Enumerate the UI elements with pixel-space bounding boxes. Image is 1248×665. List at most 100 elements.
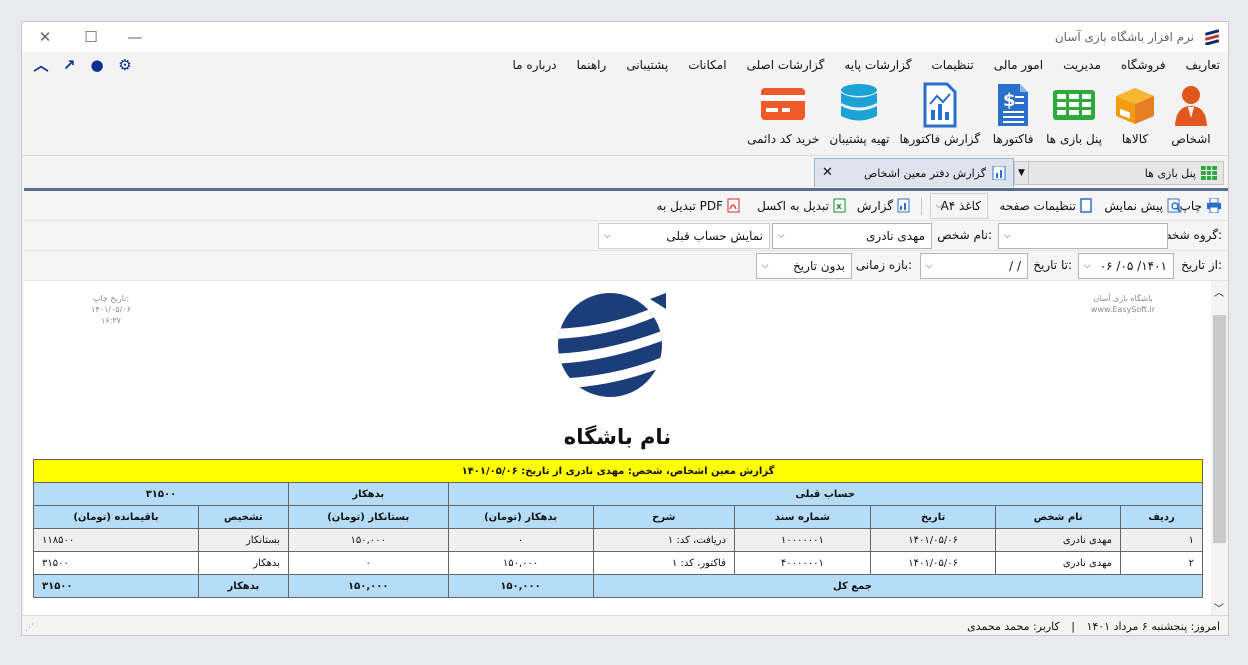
- menu-item-0[interactable]: تعاریف: [1186, 58, 1220, 72]
- person-group-select[interactable]: ⌵: [998, 223, 1168, 249]
- date-range-select[interactable]: ⌵ بدون تاریخ: [756, 253, 852, 279]
- quick-access: ︿ ↗ ● ⚙: [32, 56, 134, 74]
- app-logo-icon: [1204, 29, 1220, 45]
- title-bar: ✕ ☐ — نرم افزار باشگاه بازی آسان: [22, 22, 1228, 52]
- column-header: شرح: [592, 505, 735, 529]
- user-icon[interactable]: ●: [88, 56, 106, 74]
- table-cell: ۴۰۰۰۰۰۰۱: [733, 551, 871, 575]
- column-header: بدهکار (تومان): [447, 505, 594, 529]
- svg-text:$: $: [1003, 90, 1016, 111]
- status-text: امروز: پنجشنبه ۶ مرداد ۱۴۰۱ | کاربر: محم…: [967, 620, 1220, 633]
- maximize-window-icon[interactable]: ☐: [78, 26, 104, 48]
- print-preview-button[interactable]: پیش نمایش: [1104, 198, 1182, 213]
- column-header: تاریخ: [869, 505, 997, 529]
- total-debit: ۱۵۰,۰۰۰: [447, 574, 594, 598]
- chevron-down-icon: ⌵: [1083, 261, 1091, 271]
- previous-account-select[interactable]: ⌵ نمایش حساب قبلی: [598, 223, 770, 249]
- export-pdf-button[interactable]: تبدیل به PDF: [657, 198, 740, 213]
- menu-item-2[interactable]: مدیریت: [1063, 58, 1101, 72]
- page-settings-button[interactable]: تنظیمات صفحه: [999, 198, 1092, 213]
- ribbon-game-panel-button[interactable]: پنل بازی ها: [1046, 82, 1102, 146]
- ribbon-backup-button[interactable]: تهیه پشتیبان: [829, 82, 890, 146]
- grid-icon: [1201, 166, 1217, 180]
- close-tab-icon[interactable]: ✕: [822, 165, 833, 180]
- toolbar-divider: [921, 197, 922, 215]
- scroll-down-icon[interactable]: ﹀: [1214, 600, 1224, 615]
- ribbon-invoice-reports-button[interactable]: گزارش فاکتورها: [900, 82, 980, 146]
- table-cell: فاکتور، کد: ۱: [592, 551, 735, 575]
- from-date-label: از تاریخ:: [1181, 258, 1222, 272]
- table-cell: بستانکار: [197, 528, 289, 552]
- export-excel-button[interactable]: تبدیل به اکسل x: [757, 198, 846, 213]
- from-date-input[interactable]: ⌵ ۱۴۰۱/ ۰۵/ ۰۶: [1078, 253, 1174, 279]
- document-tabs: ▼ پنل بازی ها ✕ گزارش دفتر معین اشخاص: [22, 156, 1228, 188]
- person-name-select[interactable]: ⌵ مهدی نادری: [772, 223, 932, 249]
- scroll-up-icon[interactable]: ︿: [1214, 284, 1224, 299]
- table-cell: ۱: [1120, 528, 1203, 552]
- chevron-down-icon: ⌵: [603, 231, 611, 241]
- menu-item-3[interactable]: امور مالی: [994, 58, 1043, 72]
- ribbon-goods-button[interactable]: کالاها: [1112, 82, 1158, 146]
- table-cell: ۰: [287, 551, 449, 575]
- menu-item-8[interactable]: پشتیبانی: [626, 58, 668, 72]
- total-row: جمع کل ۱۵۰,۰۰۰ ۱۵۰,۰۰۰ بدهکار ۳۱۵۰۰: [33, 574, 1204, 598]
- ribbon-invoices-button[interactable]: $ فاکتورها: [990, 82, 1036, 146]
- total-label: جمع کل: [592, 574, 1204, 598]
- status-bar: ⋰ امروز: پنجشنبه ۶ مرداد ۱۴۰۱ | کاربر: م…: [22, 615, 1228, 635]
- resize-grip-icon[interactable]: ⋰: [25, 623, 34, 633]
- menu-item-6[interactable]: گزارشات اصلی: [747, 58, 825, 72]
- tabs-dropdown-icon[interactable]: ▼: [1015, 162, 1029, 184]
- vertical-scrollbar[interactable]: ︿ ﹀: [1211, 281, 1228, 619]
- share-arrow-icon[interactable]: ↗: [60, 56, 78, 74]
- chevron-down-icon: ⌵: [777, 231, 785, 241]
- person-filter-row: گروه شخص: ⌵ نام شخص: ⌵ مهدی نادری ⌵ نمای…: [24, 221, 1228, 251]
- table-cell: ۱۴۰۱/۰۵/۰۶: [869, 528, 997, 552]
- collapse-icon[interactable]: ︿: [32, 56, 50, 74]
- tab-game-panel[interactable]: ▼ پنل بازی ها: [1014, 161, 1224, 185]
- minimize-window-icon[interactable]: —: [122, 26, 148, 48]
- menu-item-1[interactable]: فروشگاه: [1121, 58, 1166, 72]
- grid-icon: [1053, 90, 1096, 120]
- ribbon-persons-button[interactable]: اشخاص: [1168, 82, 1214, 146]
- print-button[interactable]: چاپ: [1180, 198, 1222, 213]
- chevron-down-icon: ⌵: [935, 201, 943, 211]
- invoice-icon: $: [998, 84, 1029, 126]
- report-icon: [992, 166, 1006, 180]
- previous-balance-amount: ۳۱۵۰۰: [33, 482, 289, 506]
- column-header: بستانکار (تومان): [287, 505, 449, 529]
- table-cell: ۱۴۰۱/۰۵/۰۶: [869, 551, 997, 575]
- table-row[interactable]: ۲ مهدی نادری ۱۴۰۱/۰۵/۰۶ ۴۰۰۰۰۰۰۱ فاکتور، کد:…: [33, 551, 1203, 575]
- total-credit: ۱۵۰,۰۰۰: [287, 574, 449, 598]
- chevron-down-icon: ⌵: [925, 261, 933, 271]
- report-design-button[interactable]: گزارش: [857, 198, 910, 213]
- tab-person-ledger-report[interactable]: ✕ گزارش دفتر معین اشخاص: [814, 158, 1014, 187]
- table-row[interactable]: ۱ مهدی نادری ۱۴۰۱/۰۵/۰۶ ۱۰۰۰۰۰۰۱ دریافت، کد:…: [33, 528, 1203, 552]
- to-date-input[interactable]: ⌵ / /: [920, 253, 1028, 279]
- menu-item-7[interactable]: امکانات: [688, 58, 726, 72]
- excel-icon: x: [833, 198, 846, 213]
- report-icon: [923, 82, 957, 128]
- report-heading: گزارش معین اشخاص، شخص: مهدی نادری از تار…: [33, 459, 1203, 483]
- menu-item-5[interactable]: گزارشات پایه: [844, 58, 911, 72]
- menu-item-9[interactable]: راهنما: [577, 58, 607, 72]
- pdf-icon: [727, 198, 740, 213]
- table-cell: ۰: [447, 528, 594, 552]
- gear-icon[interactable]: ⚙: [116, 56, 134, 74]
- menu-item-10[interactable]: درباره ما: [513, 58, 557, 72]
- table-cell: ۳۱۵۰۰: [33, 551, 199, 575]
- report-toolbar: چاپ پیش نمایش تنظیمات صفحه ⌵ کاغذ A۴ گزا…: [24, 191, 1228, 221]
- report-page: چاپ پیش نمایش تنظیمات صفحه ⌵ کاغذ A۴ گزا…: [24, 188, 1228, 619]
- ribbon-buy-license-button[interactable]: خرید کد دائمی: [747, 82, 819, 146]
- printer-icon: [1207, 198, 1221, 213]
- date-range-label: بازه زمانی:: [855, 258, 912, 272]
- report-preview: تاریخ چاپ: ۱۴۰۱/۰۵/۰۶ ۱۶:۳۷ باشگاه بازی …: [24, 281, 1228, 619]
- club-logo-icon: [558, 293, 666, 397]
- menu-item-4[interactable]: تنظیمات: [931, 58, 973, 72]
- paper-size-select[interactable]: ⌵ کاغذ A۴: [930, 193, 988, 219]
- previous-balance-status: بدهکار: [287, 482, 449, 506]
- close-window-icon[interactable]: ✕: [32, 26, 58, 48]
- person-name-label: نام شخص:: [937, 228, 992, 242]
- date-filter-row: از تاریخ: ⌵ ۱۴۰۱/ ۰۵/ ۰۶ تا تاریخ: ⌵ / /…: [24, 251, 1228, 281]
- scrollbar-thumb[interactable]: [1213, 315, 1226, 543]
- column-header: باقیمانده (تومان): [33, 505, 199, 529]
